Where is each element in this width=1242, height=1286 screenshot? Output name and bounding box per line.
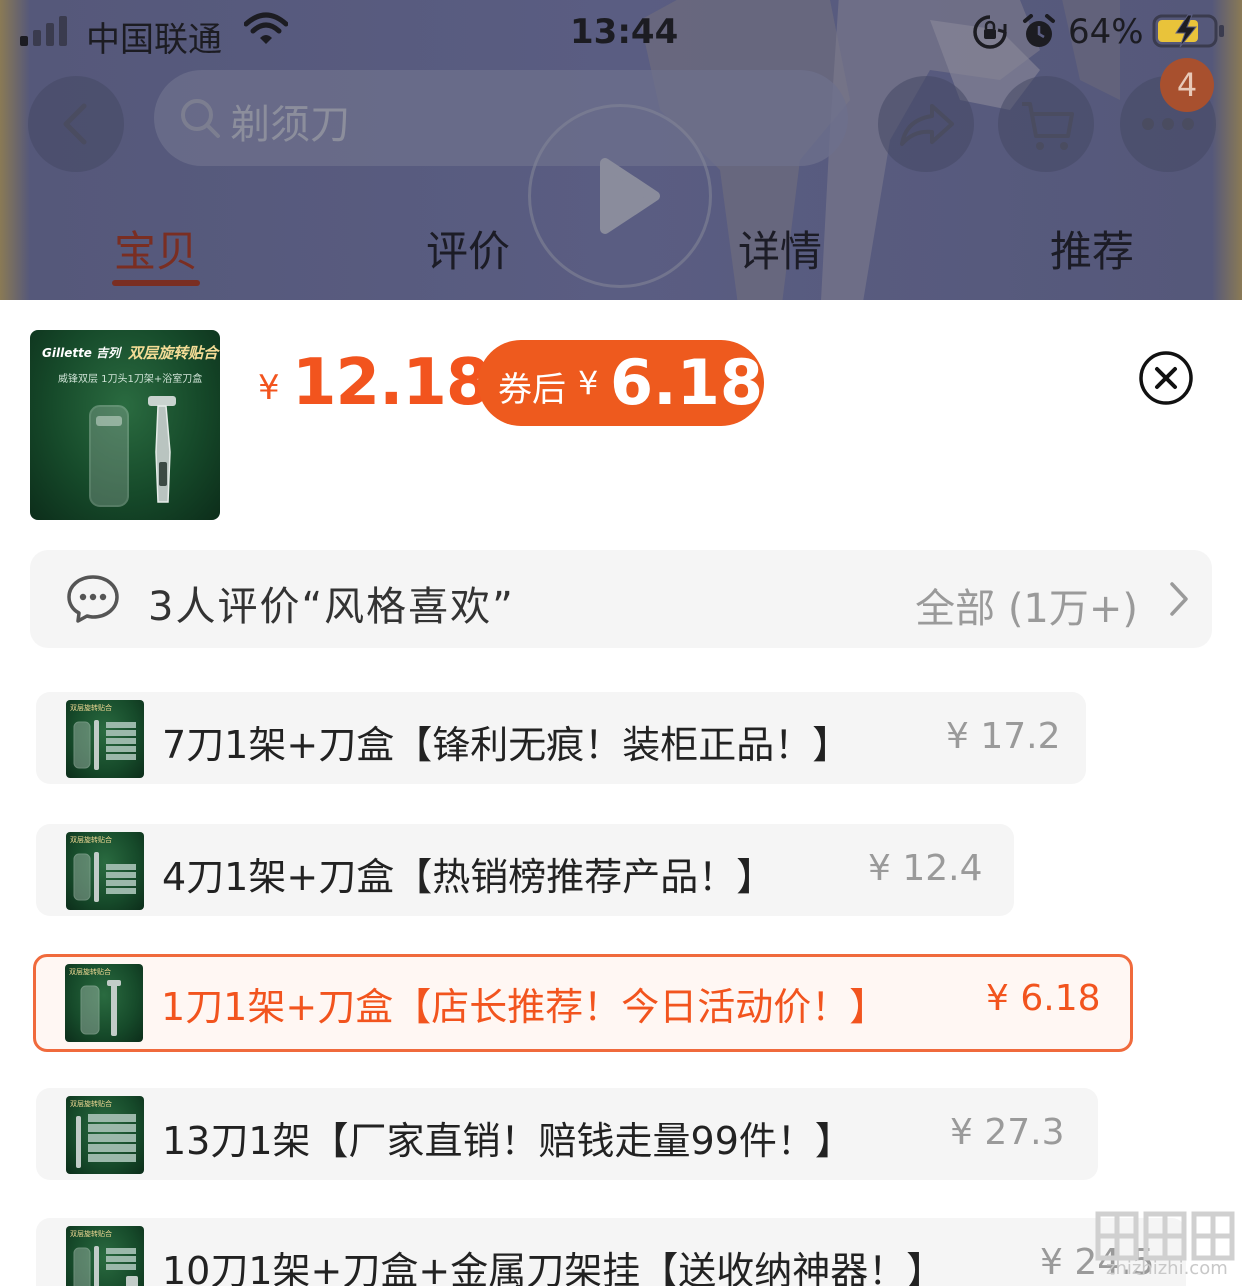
- review-summary-bar[interactable]: 3人评价“风格喜欢” 全部 (1万+): [30, 550, 1212, 648]
- coupon-currency: ¥: [578, 364, 599, 402]
- sku-price: ¥ 12.4: [868, 848, 983, 889]
- razor-pack-illustration: 双层旋转贴合: [70, 835, 136, 902]
- sku-label: 13刀1架【厂家直销！赔钱走量99件！】: [162, 1119, 853, 1163]
- coupon-price: 6.18: [610, 346, 763, 419]
- coupon-price-badge: 券后 ¥ 6.18: [478, 340, 764, 426]
- coupon-label: 券后: [498, 370, 566, 410]
- sku-option-selected[interactable]: 双层旋转贴合 1刀1架+刀盒【店长推荐！今日活动价！】 ¥ 6.18: [33, 954, 1133, 1052]
- thumb-subtitle: 威锋双层 1刀头1刀架+浴室刀盒: [58, 374, 203, 385]
- sku-thumbnail: 双层旋转贴合: [66, 1226, 144, 1286]
- search-input[interactable]: 剃须刀: [230, 92, 350, 150]
- razor-case-illustration: [89, 396, 176, 507]
- chevron-left-icon: [63, 103, 87, 145]
- sku-price: ¥ 6.18: [986, 978, 1101, 1019]
- svg-text:双层旋转贴合: 双层旋转贴合: [70, 1099, 112, 1108]
- clock: 13:44: [570, 12, 679, 52]
- tab-item[interactable]: 宝贝: [86, 218, 226, 279]
- product-media-backdrop: 中国联通 13:44 64% 剃须刀 4 宝贝 评价 详情 推荐: [0, 0, 1242, 300]
- tab-reviews[interactable]: 评价: [398, 218, 538, 279]
- watermark-text: zhizhizhi.com: [1106, 1258, 1228, 1279]
- price-currency: ¥: [258, 368, 280, 408]
- sku-option[interactable]: 双层旋转贴合 13刀1架【厂家直销！赔钱走量99件！】 ¥ 27.3: [36, 1088, 1098, 1180]
- comment-icon: [67, 575, 119, 623]
- razor-pack-illustration: 双层旋转贴合: [70, 703, 136, 770]
- signal-icon: [20, 16, 67, 46]
- sku-label: 1刀1架+刀盒【店长推荐！今日活动价！】: [161, 985, 888, 1029]
- sku-label: 10刀1架+刀盒+金属刀架挂【送收纳神器！】: [162, 1249, 945, 1286]
- sku-thumbnail: 双层旋转贴合: [66, 700, 144, 778]
- sku-label: 7刀1架+刀盒【锋利无痕！装柜正品！】: [162, 723, 851, 767]
- sku-option[interactable]: 双层旋转贴合 4刀1架+刀盒【热销榜推荐产品！】 ¥ 12.4: [36, 824, 1014, 916]
- sku-price: ¥ 17.2: [946, 716, 1061, 757]
- tab-details[interactable]: 详情: [710, 218, 850, 279]
- sku-option[interactable]: 双层旋转贴合 7刀1架+刀盒【锋利无痕！装柜正品！】 ¥ 17.2: [36, 692, 1086, 784]
- sku-price: ¥ 27.3: [950, 1112, 1065, 1153]
- battery-percent: 64%: [1068, 12, 1144, 52]
- share-icon: [900, 104, 954, 146]
- product-thumbnail[interactable]: Gillette 吉列 双层旋转贴合 威锋双层 1刀头1刀架+浴室刀盒: [30, 330, 220, 520]
- cart-count-badge: 4: [1160, 58, 1214, 112]
- review-all-link[interactable]: 全部 (1万+): [915, 576, 1138, 634]
- search-bar[interactable]: 剃须刀: [154, 70, 848, 166]
- chevron-right-icon: [1170, 582, 1188, 616]
- svg-text:双层旋转贴合: 双层旋转贴合: [69, 967, 111, 976]
- search-icon: [181, 99, 220, 138]
- razor-pack-illustration: 双层旋转贴合: [69, 967, 121, 1036]
- carrier-label: 中国联通: [86, 20, 222, 60]
- status-bar: 中国联通 13:44 64%: [0, 0, 1242, 64]
- active-tab-indicator: [112, 280, 200, 286]
- sku-label: 4刀1架+刀盒【热销榜推荐产品！】: [162, 855, 775, 899]
- cart-icon: [1022, 102, 1074, 150]
- sku-thumbnail: 双层旋转贴合: [65, 964, 143, 1042]
- sku-thumbnail: 双层旋转贴合: [66, 1096, 144, 1174]
- sku-selector-sheet: Gillette 吉列 双层旋转贴合 威锋双层 1刀头1刀架+浴室刀盒 ¥ 12…: [0, 300, 1242, 1286]
- cart-button[interactable]: [998, 76, 1094, 172]
- svg-text:双层旋转贴合: 双层旋转贴合: [70, 835, 112, 844]
- sku-thumbnail: 双层旋转贴合: [66, 832, 144, 910]
- product-tabs: 宝贝 评价 详情 推荐: [0, 218, 1242, 288]
- razor-pack-illustration: 双层旋转贴合: [70, 1229, 138, 1286]
- review-summary-text: 3人评价“风格喜欢”: [148, 584, 515, 630]
- close-icon[interactable]: [1138, 350, 1194, 406]
- alarm-icon: [1023, 14, 1055, 47]
- back-button[interactable]: [28, 76, 124, 172]
- svg-text:双层旋转贴合: 双层旋转贴合: [70, 1229, 112, 1238]
- tab-recommend[interactable]: 推荐: [1022, 218, 1162, 279]
- sku-option[interactable]: 双层旋转贴合 10刀1架+刀盒+金属刀架挂【送收纳神器！】 ¥ 24.5: [36, 1218, 1186, 1286]
- battery-charging-icon: [1152, 14, 1224, 48]
- razor-pack-illustration: 双层旋转贴合: [70, 1099, 136, 1168]
- original-price: 12.18: [292, 346, 490, 420]
- share-button[interactable]: [878, 76, 974, 172]
- thumb-slogan: 双层旋转贴合: [128, 344, 219, 362]
- rotation-lock-icon: [973, 15, 1007, 49]
- thumb-brand: Gillette 吉列: [42, 346, 121, 360]
- svg-text:双层旋转贴合: 双层旋转贴合: [70, 703, 112, 712]
- wifi-icon: [244, 12, 288, 44]
